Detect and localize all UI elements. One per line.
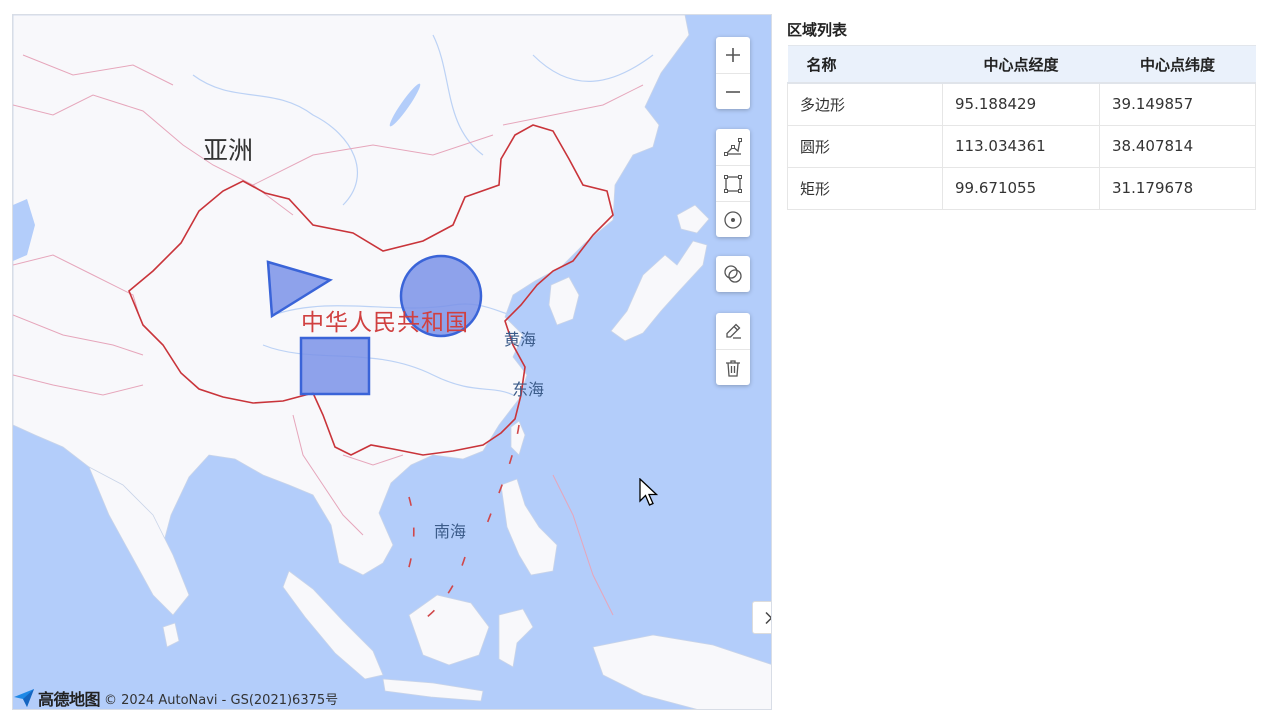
column-header-lat: 中心点纬度 — [1099, 45, 1256, 84]
table-row[interactable]: 矩形 99.671055 31.179678 — [787, 166, 1256, 210]
amap-arrow-icon — [14, 689, 34, 707]
panel-toggle-button[interactable] — [752, 601, 771, 634]
zoom-toolbar — [716, 37, 750, 109]
circle-icon — [724, 210, 742, 229]
land-java — [382, 678, 484, 702]
land-sumatra — [282, 570, 384, 680]
merge-toolbar — [716, 256, 750, 292]
drawn-rectangle — [299, 336, 371, 396]
draw-toolbar — [716, 129, 750, 237]
drawn-circle — [399, 254, 483, 338]
edit-toolbar — [716, 313, 750, 385]
map-base-layer[interactable] — [13, 15, 772, 710]
minus-icon — [726, 90, 740, 93]
cell-name: 多边形 — [787, 82, 943, 126]
land-borneo — [408, 594, 490, 666]
draw-circle-button[interactable] — [716, 201, 750, 237]
draw-polygon-button[interactable] — [716, 129, 750, 165]
table-row[interactable]: 多边形 95.188429 39.149857 — [787, 82, 1256, 126]
zoom-in-button[interactable] — [716, 37, 750, 73]
map-view[interactable]: 亚洲 中华人民共和国 黄海 东海 南海 高德地图 © 2024 AutoNavi… — [12, 14, 772, 710]
land-new-guinea — [592, 634, 771, 709]
edit-shape-button[interactable] — [716, 313, 750, 349]
table-row[interactable]: 圆形 113.034361 38.407814 — [787, 124, 1256, 168]
cell-name: 矩形 — [787, 166, 943, 210]
land-philippines — [500, 478, 558, 576]
land-japan — [610, 240, 708, 342]
polygon-icon — [724, 138, 742, 156]
land-taiwan — [510, 420, 526, 456]
table-header-row: 名称 中心点经度 中心点纬度 — [787, 45, 1256, 84]
cell-name: 圆形 — [787, 124, 943, 168]
mouse-cursor-icon — [639, 478, 659, 506]
land-korea — [548, 276, 580, 326]
chevron-right-icon — [765, 611, 771, 624]
land-sri-lanka — [162, 622, 180, 648]
column-header-name: 名称 — [787, 45, 943, 84]
cell-lng: 113.034361 — [942, 124, 1100, 168]
draw-rectangle-button[interactable] — [716, 165, 750, 201]
trash-icon — [726, 359, 740, 377]
merge-shapes-button[interactable] — [716, 256, 750, 292]
zoom-out-button[interactable] — [716, 73, 750, 109]
cell-lng: 95.188429 — [942, 82, 1100, 126]
column-header-lng: 中心点经度 — [942, 45, 1100, 84]
region-table: 名称 中心点经度 中心点纬度 多边形 95.188429 39.149857 圆… — [787, 45, 1256, 210]
plus-icon — [726, 48, 740, 62]
cell-lng: 99.671055 — [942, 166, 1100, 210]
delete-shape-button[interactable] — [716, 349, 750, 385]
region-list-panel: 区域列表 名称 中心点经度 中心点纬度 多边形 95.188429 39.149… — [787, 18, 1256, 210]
merge-circles-icon — [724, 265, 742, 283]
amap-logo-text: 高德地图 — [38, 690, 101, 709]
map-attribution: 高德地图 © 2024 AutoNavi - GS(2021)6375号 — [13, 687, 338, 709]
amap-logo[interactable]: 高德地图 — [13, 686, 101, 709]
panel-title: 区域列表 — [787, 21, 848, 39]
pencil-icon — [726, 323, 741, 339]
cell-lat: 38.407814 — [1099, 124, 1256, 168]
rectangle-icon — [724, 174, 742, 193]
cell-lat: 39.149857 — [1099, 82, 1256, 126]
land-sulawesi — [498, 608, 534, 668]
land-hokkaido — [676, 204, 710, 234]
cell-lat: 31.179678 — [1099, 166, 1256, 210]
copyright-text: © 2024 AutoNavi - GS(2021)6375号 — [104, 692, 339, 708]
